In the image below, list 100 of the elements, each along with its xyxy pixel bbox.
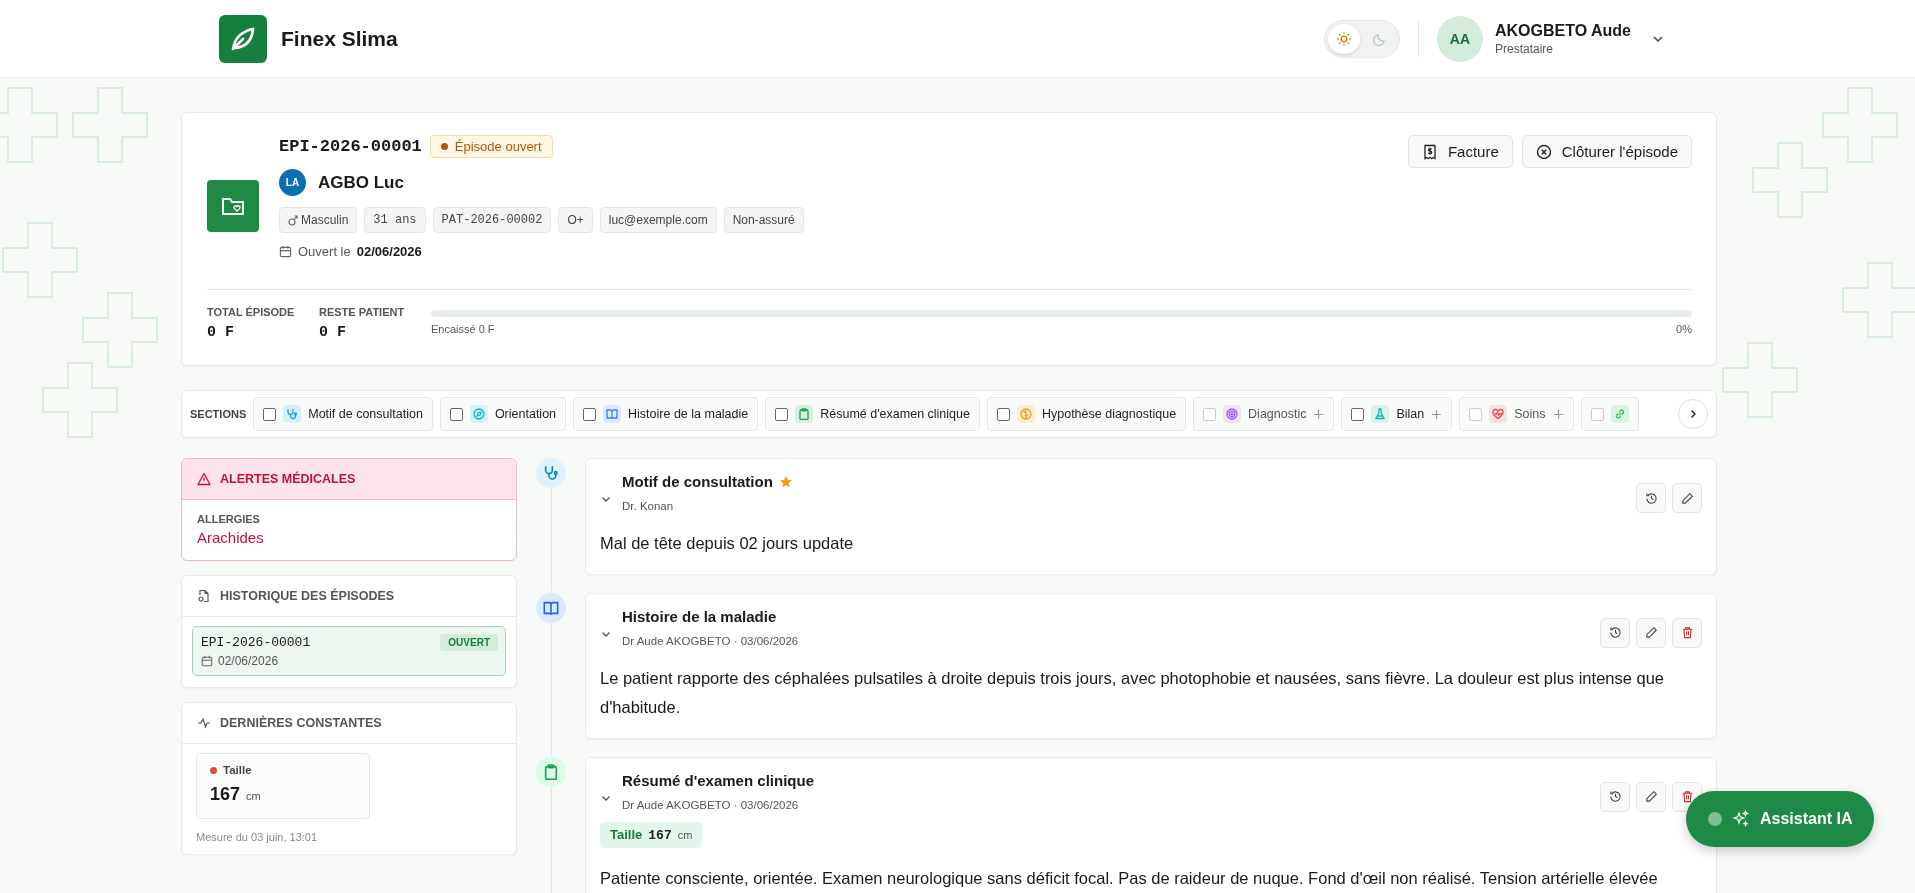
pencil-icon bbox=[1644, 790, 1658, 804]
history-button[interactable] bbox=[1600, 617, 1630, 648]
close-icon bbox=[1535, 143, 1552, 160]
status-badge: OUVERT bbox=[440, 634, 498, 651]
leaf-logo-icon bbox=[219, 14, 267, 63]
cross-icon bbox=[82, 292, 158, 368]
episode-code: EPI-2026-00001 bbox=[279, 137, 422, 156]
edit-button[interactable] bbox=[1636, 617, 1666, 648]
sections-label: SECTIONS bbox=[190, 408, 247, 420]
note-text: Mal de tête depuis 02 jours update bbox=[600, 533, 855, 554]
patient-tag: 31 ans bbox=[364, 207, 426, 233]
invoice-button[interactable]: Facture bbox=[1407, 135, 1513, 168]
episode-history-item[interactable]: EPI-2026-00001 OUVERT 02/06/2026 bbox=[192, 626, 506, 676]
history-button[interactable] bbox=[1600, 781, 1630, 812]
vital-label: Taille bbox=[223, 764, 252, 776]
note-text: Le patient rapporte des céphalées pulsatiles à droite depuis trois jours, avec photophobie et nausées, sans fièvre. La douleur est plus intense que d'habitude. bbox=[600, 667, 1666, 718]
checkbox[interactable] bbox=[263, 407, 277, 421]
section-chip[interactable]: Résumé d'examen clinique bbox=[765, 397, 980, 431]
note-title: Motif de consultation bbox=[622, 473, 773, 490]
section-label: Motif de consultation bbox=[308, 407, 423, 421]
checkbox[interactable] bbox=[449, 407, 463, 421]
history-icon bbox=[1608, 626, 1622, 640]
warning-icon bbox=[197, 472, 211, 486]
sparkles-icon bbox=[1732, 810, 1750, 828]
note-title: Résumé d'examen clinique bbox=[622, 771, 814, 789]
status-dot bbox=[1708, 812, 1722, 826]
note-title: Histoire de la maladie bbox=[622, 607, 777, 625]
section-label: Orientation bbox=[494, 407, 557, 421]
history-icon bbox=[1608, 790, 1622, 804]
scroll-right-button[interactable] bbox=[1678, 399, 1708, 429]
history-icon bbox=[1644, 491, 1658, 505]
checkbox[interactable] bbox=[775, 407, 789, 421]
pulse-icon bbox=[197, 716, 211, 730]
trash-icon bbox=[1680, 790, 1694, 804]
star-icon[interactable] bbox=[778, 474, 793, 489]
plus-icon[interactable] bbox=[1431, 408, 1443, 420]
note-author: Dr Aude AKOGBETO · 03/06/2026 bbox=[622, 634, 800, 647]
section-chip[interactable]: Hypothèse diagnostique bbox=[986, 397, 1187, 431]
section-label: Soins bbox=[1514, 407, 1546, 421]
cross-icon bbox=[1722, 342, 1798, 418]
checkbox[interactable] bbox=[996, 407, 1010, 421]
user-avatar: AA bbox=[1437, 15, 1483, 62]
assistant-button[interactable]: Assistant IA bbox=[1686, 791, 1875, 847]
history-button[interactable] bbox=[1636, 483, 1666, 513]
patient-tag: Masculin bbox=[279, 207, 358, 233]
calendar-icon bbox=[201, 655, 213, 667]
vitals-title: DERNIÈRES CONSTANTES bbox=[220, 716, 382, 730]
allergies-label: ALLERGIES bbox=[197, 513, 261, 525]
allergies-value: Arachides bbox=[197, 529, 265, 546]
pencil-icon bbox=[1644, 626, 1658, 640]
patient-tag: PAT-2026-00002 bbox=[432, 207, 552, 233]
male-sign-icon bbox=[288, 214, 298, 226]
section-chip[interactable]: Orientation bbox=[439, 397, 567, 431]
cross-icon bbox=[72, 87, 148, 163]
patient-tag: O+ bbox=[558, 207, 593, 233]
section-chip[interactable]: Motif de consultation bbox=[253, 397, 433, 431]
edit-button[interactable] bbox=[1672, 483, 1702, 513]
checkbox[interactable] bbox=[583, 407, 597, 421]
vital-unit: cm bbox=[246, 790, 261, 802]
opened-date: 02/06/2026 bbox=[356, 244, 422, 259]
pencil-icon bbox=[1680, 491, 1694, 505]
trash-icon bbox=[1680, 626, 1694, 640]
patient-tag: Non-assuré bbox=[723, 207, 804, 233]
file-icon bbox=[197, 589, 211, 603]
app-name: Finex Slima bbox=[281, 26, 398, 51]
patient-name: AGBO Luc bbox=[318, 172, 404, 193]
episode-code: EPI-2026-00001 bbox=[201, 635, 311, 650]
progress-percent: 0% bbox=[1676, 323, 1692, 335]
cross-icon bbox=[42, 362, 118, 438]
opened-label: Ouvert le bbox=[298, 244, 351, 259]
total-label: TOTAL ÉPISODE bbox=[207, 306, 296, 318]
measure-date: Mesure du 03 juin, 13:01 bbox=[196, 831, 319, 843]
calendar-icon bbox=[279, 245, 292, 258]
section-chip[interactable]: Histoire de la maladie bbox=[573, 397, 759, 431]
section-label: Hypothèse diagnostique bbox=[1041, 407, 1177, 421]
stethoscope-icon bbox=[536, 458, 566, 488]
history-title: HISTORIQUE DES ÉPISODES bbox=[220, 589, 395, 603]
book-icon bbox=[536, 592, 566, 623]
close-episode-button[interactable]: Clôturer l'épisode bbox=[1521, 135, 1692, 168]
cross-icon bbox=[1752, 142, 1828, 218]
alerts-title: ALERTES MÉDICALES bbox=[220, 472, 356, 486]
section-chip[interactable]: Bilan bbox=[1341, 397, 1453, 431]
user-role: Prestataire bbox=[1495, 41, 1554, 56]
total-value: 0 F bbox=[319, 324, 347, 341]
receipt-icon bbox=[1421, 143, 1438, 160]
clipboard-icon bbox=[536, 756, 566, 787]
checkbox[interactable] bbox=[1351, 407, 1365, 421]
note-author: Dr Aude AKOGBETO · 03/06/2026 bbox=[622, 798, 800, 811]
patient-avatar: LA bbox=[279, 169, 306, 196]
total-value: 0 F bbox=[207, 324, 235, 341]
cross-icon bbox=[0, 87, 58, 163]
section-label: Résumé d'examen clinique bbox=[820, 407, 970, 421]
section-label: Diagnostic bbox=[1248, 407, 1307, 421]
cross-icon bbox=[1822, 87, 1898, 163]
vital-value: 167 bbox=[210, 784, 241, 805]
total-label: RESTE PATIENT bbox=[319, 306, 406, 318]
delete-button[interactable] bbox=[1672, 617, 1702, 648]
section-label: Histoire de la maladie bbox=[628, 407, 749, 421]
progress-caption: Encaissé 0 F bbox=[431, 323, 495, 335]
edit-button[interactable] bbox=[1636, 781, 1666, 812]
